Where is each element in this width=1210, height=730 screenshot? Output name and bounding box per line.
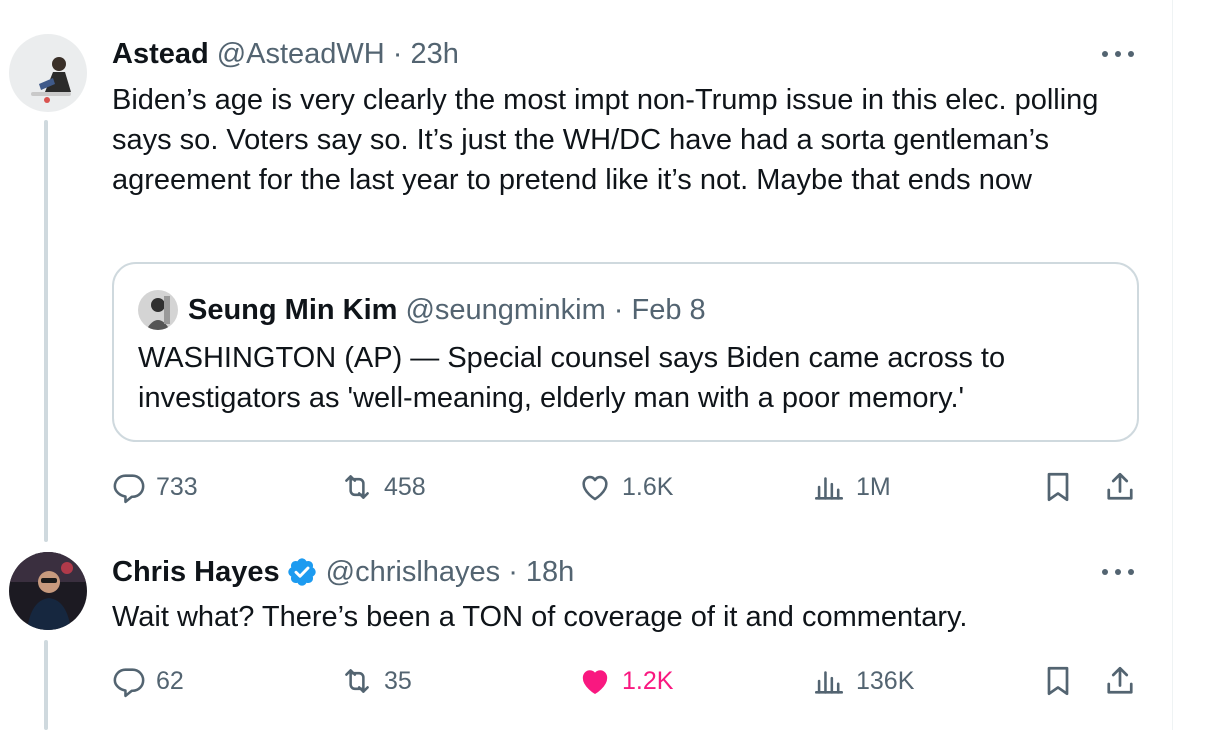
like-count: 1.2K [622,666,674,695]
quoted-display-name[interactable]: Seung Min Kim [188,292,397,328]
tweet-actions: 62 35 1.2K 136K [112,661,1152,701]
bookmark-icon[interactable] [1040,469,1076,505]
quoted-handle-and-date[interactable]: @seungminkim · Feb 8 [405,292,705,328]
quoted-tweet-text: WASHINGTON (AP) — Special counsel says B… [138,342,1006,414]
repost-count: 35 [384,666,412,695]
avatar[interactable] [9,552,87,630]
repost-icon [345,669,369,693]
reply-count: 733 [156,472,198,501]
tweet-header: Chris Hayes @chrislhayes · 18h [112,554,574,590]
conversation-thread: Astead @AsteadWH · 23h Biden’s age is ve… [0,0,1172,730]
repost-count: 458 [384,472,426,501]
like-button[interactable]: 1.6K [578,467,673,507]
handle-and-time[interactable]: @AsteadWH · 23h [217,36,459,72]
repost-icon [345,475,369,499]
tweet-text: Wait what? There’s been a TON of coverag… [112,601,968,633]
thread-connector-line [44,120,48,542]
quoted-tweet-header: Seung Min Kim @seungminkim · Feb 8 [138,290,706,330]
like-button[interactable]: 1.2K [578,661,673,701]
views-count: 1M [856,472,891,501]
avatar[interactable] [138,290,178,330]
views-icon [814,671,844,694]
views-button[interactable]: 1M [812,467,891,507]
column-divider [1172,0,1173,730]
more-icon[interactable] [1098,562,1138,582]
thread-connector-line [44,640,48,730]
tweet-text: Biden’s age is very clearly the most imp… [112,84,1099,196]
display-name[interactable]: Chris Hayes [112,554,280,590]
reply-icon [113,474,145,504]
share-icon[interactable] [1102,663,1138,699]
handle-and-time[interactable]: @chrislhayes · 18h [326,554,575,590]
like-count: 1.6K [622,472,674,501]
reply-button[interactable]: 62 [112,661,184,701]
views-button[interactable]: 136K [812,661,914,701]
reply-icon [113,668,145,698]
tweet-actions: 733 458 1.6K 1M [112,467,1152,507]
views-count: 136K [856,666,915,695]
reply-count: 62 [156,666,184,695]
tweet-header: Astead @AsteadWH · 23h [112,36,459,72]
like-icon [582,670,608,694]
avatar[interactable] [9,34,87,112]
display-name[interactable]: Astead [112,36,209,72]
reply-button[interactable]: 733 [112,467,198,507]
repost-button[interactable]: 458 [340,467,426,507]
quoted-tweet[interactable]: Seung Min Kim @seungminkim · Feb 8 WASHI… [112,262,1139,442]
more-icon[interactable] [1098,44,1138,64]
share-icon[interactable] [1102,469,1138,505]
verified-badge-icon [287,558,316,586]
like-icon [582,475,608,501]
bookmark-icon[interactable] [1040,663,1076,699]
repost-button[interactable]: 35 [340,661,412,701]
views-icon [814,477,844,500]
